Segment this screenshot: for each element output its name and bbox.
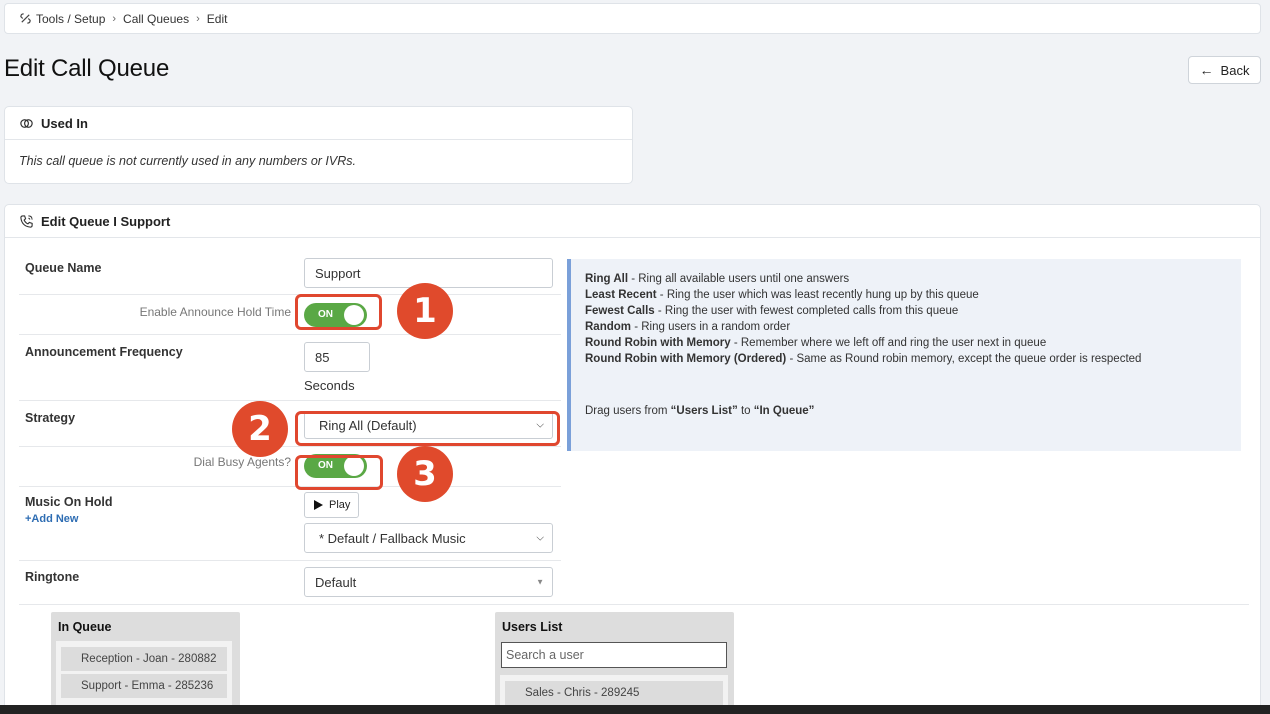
announce-freq-row: Announcement Frequency	[19, 335, 561, 401]
play-icon	[314, 500, 323, 510]
play-button[interactable]: Play	[304, 492, 359, 518]
step-badge-2: 2	[232, 401, 288, 457]
dial-busy-row: Dial Busy Agents?	[19, 447, 561, 487]
tools-icon	[20, 13, 31, 24]
search-user-input[interactable]: Search a user	[501, 642, 727, 668]
back-button[interactable]: ← Back	[1188, 56, 1261, 84]
announce-hold-row: Enable Announce Hold Time	[19, 295, 561, 335]
breadcrumb: Tools / Setup › Call Queues › Edit	[4, 3, 1261, 34]
in-queue-list: In Queue Reception - Joan - 280882 Suppo…	[51, 612, 240, 712]
link-icon	[20, 118, 33, 128]
info-line-fewest-calls: Fewest Calls - Ring the user with fewest…	[585, 305, 959, 317]
announce-freq-input[interactable]: 85	[304, 342, 370, 372]
highlight-strategy	[295, 411, 560, 446]
chevron-right-icon: ›	[196, 12, 200, 25]
list-item[interactable]: Support - Emma - 285236	[61, 674, 227, 698]
moh-value: * Default / Fallback Music	[319, 530, 466, 546]
step-badge-1: 1	[397, 283, 453, 339]
used-in-title: Used In	[41, 115, 88, 131]
caret-down-icon: ▼	[536, 577, 544, 587]
back-button-label: Back	[1220, 62, 1250, 78]
edit-queue-header: Edit Queue I Support	[5, 205, 1260, 238]
bottom-bar	[0, 705, 1270, 714]
info-line-random: Random - Ring users in a random order	[585, 321, 791, 333]
in-queue-items: Reception - Joan - 280882 Support - Emma…	[56, 641, 232, 712]
used-in-message: This call queue is not currently used in…	[19, 154, 356, 168]
in-queue-title: In Queue	[58, 620, 112, 634]
info-line-round-robin-ordered: Round Robin with Memory (Ordered) - Same…	[585, 353, 1142, 365]
moh-select[interactable]: * Default / Fallback Music ⌵	[304, 523, 553, 553]
drag-instructions: Drag users from “Users List” to “In Queu…	[585, 405, 815, 417]
highlight-announce-hold	[295, 294, 382, 330]
announce-freq-label: Announcement Frequency	[25, 345, 183, 359]
chevron-right-icon: ›	[112, 12, 117, 25]
list-item[interactable]: Reception - Joan - 280882	[61, 647, 227, 671]
strategy-label: Strategy	[25, 411, 76, 425]
seconds-label: Seconds	[304, 378, 355, 393]
info-line-ring-all: Ring All - Ring all available users unti…	[585, 273, 850, 285]
arrow-left-icon: ←	[1199, 62, 1214, 78]
divider	[19, 604, 1249, 605]
ringtone-value: Default	[315, 574, 357, 590]
page-title: Edit Call Queue	[4, 55, 170, 82]
used-in-card: Used In This call queue is not currently…	[4, 106, 633, 184]
phone-icon	[20, 214, 33, 228]
ringtone-label: Ringtone	[25, 570, 80, 584]
highlight-dial-busy	[295, 455, 383, 490]
users-list: Users List Search a user Sales - Chris -…	[495, 612, 734, 712]
breadcrumb-edit: Edit	[206, 11, 228, 26]
play-label: Play	[329, 499, 351, 511]
ringtone-select[interactable]: Default ▼	[304, 567, 553, 597]
users-list-title: Users List	[502, 620, 563, 634]
info-line-round-robin: Round Robin with Memory - Remember where…	[585, 337, 1047, 349]
announce-hold-label: Enable Announce Hold Time	[139, 305, 291, 319]
queue-name-label: Queue Name	[25, 261, 102, 275]
info-line-least-recent: Least Recent - Ring the user which was l…	[585, 289, 979, 301]
edit-queue-card: Edit Queue I Support Queue Name Support …	[4, 204, 1261, 714]
breadcrumb-call-queues[interactable]: Call Queues	[123, 12, 189, 26]
add-new-link[interactable]: +Add New	[25, 513, 78, 525]
strategy-info-panel: Ring All - Ring all available users unti…	[567, 259, 1241, 451]
chevron-down-icon: ⌵	[536, 532, 544, 544]
list-item[interactable]: Sales - Chris - 289245	[505, 681, 723, 705]
breadcrumb-tools-setup[interactable]: Tools / Setup	[36, 12, 105, 26]
used-in-header: Used In	[5, 107, 632, 140]
dial-busy-label: Dial Busy Agents?	[193, 455, 291, 469]
moh-label: Music On Hold	[25, 495, 113, 509]
step-badge-3: 3	[397, 446, 453, 502]
edit-queue-title: Edit Queue I Support	[41, 213, 171, 229]
